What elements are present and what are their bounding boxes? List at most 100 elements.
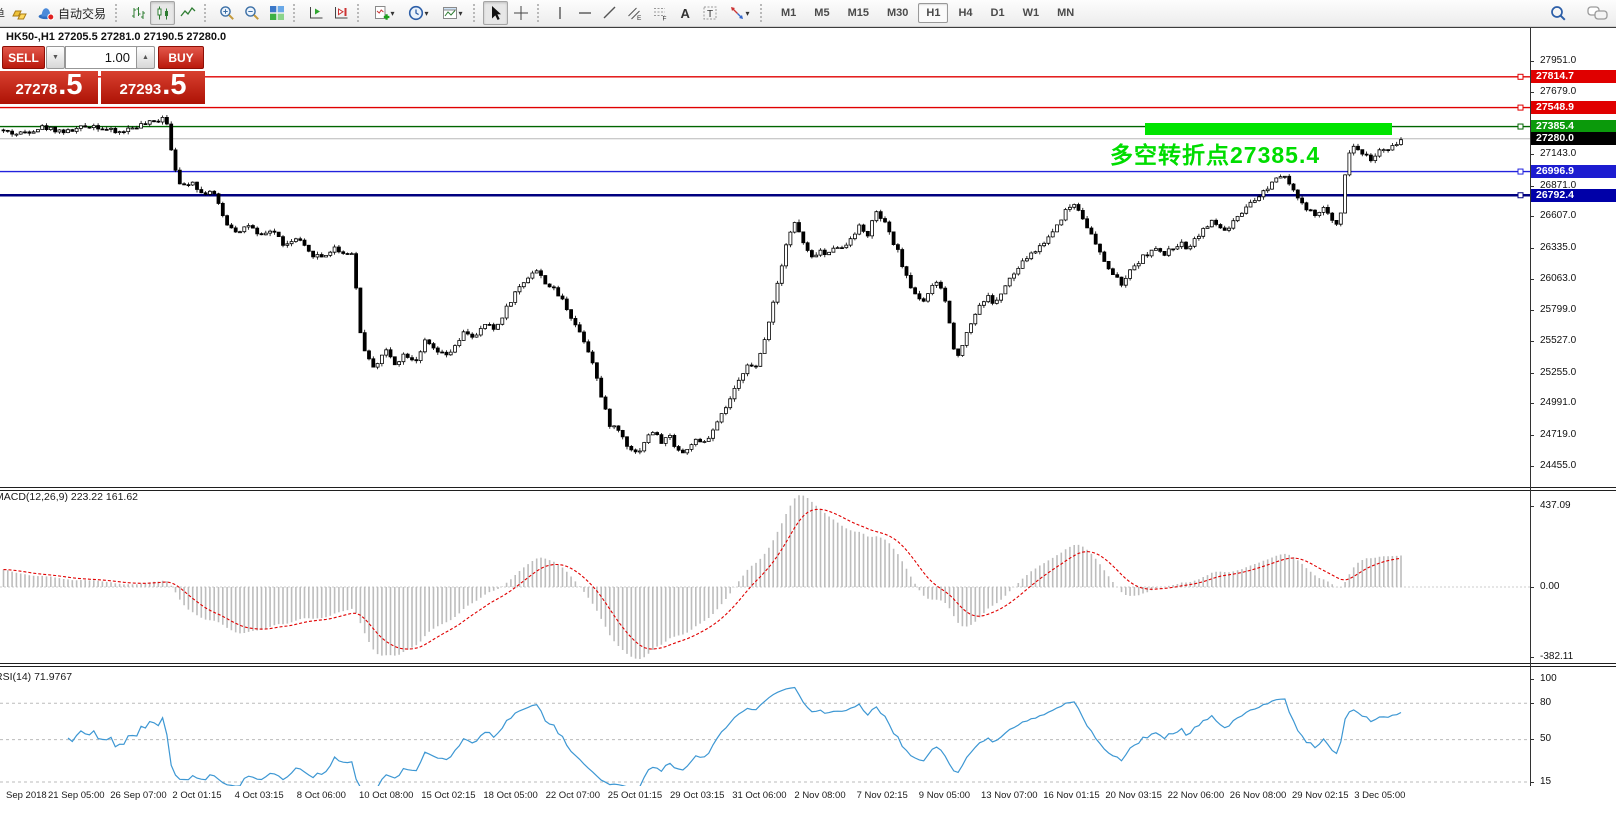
time-axis-label[interactable]: 29 Oct 03:15 <box>670 790 724 801</box>
time-axis-label[interactable]: 25 Oct 01:15 <box>608 790 662 801</box>
macd-label: MACD(12,26,9) 223.22 161.62 <box>0 491 138 503</box>
price-tick-label: 26607.0 <box>1540 210 1576 221</box>
templates-button[interactable]: ▾ <box>435 1 469 25</box>
buy-price-panel[interactable]: 27293.5 <box>101 71 205 104</box>
line-chart-icon[interactable] <box>175 1 200 25</box>
dropdown-arrow-icon: ▾ <box>459 9 463 18</box>
price-level-label[interactable]: 26996.9 <box>1531 165 1616 178</box>
zoom-in-icon[interactable] <box>214 1 239 25</box>
auto-scroll-icon[interactable] <box>303 1 328 25</box>
time-axis-label[interactable]: 15 Oct 02:15 <box>421 790 475 801</box>
pane-separator[interactable] <box>0 663 1616 667</box>
tile-windows-icon[interactable] <box>264 1 289 25</box>
new-order-icon[interactable] <box>8 1 33 25</box>
time-axis-label[interactable]: 20 Nov 03:15 <box>1105 790 1162 801</box>
arrows-tool-button[interactable]: ▾ <box>722 1 756 25</box>
fibonacci-icon[interactable]: F <box>647 1 672 25</box>
time-axis-label[interactable]: 2 Nov 08:00 <box>794 790 845 801</box>
pane-separator[interactable] <box>0 487 1616 491</box>
rsi-tick-label: 50 <box>1540 733 1551 744</box>
time-axis-label[interactable]: 13 Nov 07:00 <box>981 790 1038 801</box>
time-axis-label[interactable]: 7 Nov 02:15 <box>857 790 908 801</box>
rsi-tick-mark <box>1530 739 1534 740</box>
template-icon <box>442 5 458 21</box>
price-level-label[interactable]: 26792.4 <box>1531 189 1616 202</box>
sell-price-panel[interactable]: 27278.5 <box>0 71 98 104</box>
crosshair-icon[interactable] <box>508 1 533 25</box>
time-axis-label[interactable]: 29 Nov 02:15 <box>1292 790 1349 801</box>
buy-button[interactable]: BUY <box>158 46 204 69</box>
toolbar-grip <box>357 4 362 22</box>
price-tick-label: 27679.0 <box>1540 86 1576 97</box>
hat-icon <box>38 5 55 21</box>
price-tick-mark <box>1530 435 1534 436</box>
price-level-label[interactable]: 27280.0 <box>1531 132 1616 145</box>
bar-chart-icon[interactable] <box>125 1 150 25</box>
chat-icon[interactable] <box>1585 1 1610 25</box>
price-tick-mark <box>1530 154 1534 155</box>
rsi-tick-mark <box>1530 782 1534 783</box>
time-axis-label[interactable]: 18 Oct 05:00 <box>483 790 537 801</box>
periods-button[interactable]: ▾ <box>401 1 435 25</box>
timeframe-h1[interactable]: H1 <box>918 3 948 23</box>
toolbar-grip <box>537 4 542 22</box>
zoom-out-icon[interactable] <box>239 1 264 25</box>
time-axis-label[interactable]: 22 Oct 07:00 <box>546 790 600 801</box>
time-axis-label[interactable]: 21 Sep 05:00 <box>48 790 105 801</box>
sell-button[interactable]: SELL <box>2 46 45 69</box>
time-axis-label[interactable]: 4 Oct 03:15 <box>235 790 284 801</box>
search-icon[interactable] <box>1546 1 1571 25</box>
timeframe-m15[interactable]: M15 <box>840 3 877 23</box>
price-tick-label: 25255.0 <box>1540 367 1576 378</box>
text-icon[interactable]: A <box>672 1 697 25</box>
volume-input[interactable]: 1.00 <box>65 46 137 69</box>
time-axis-label[interactable]: 22 Nov 06:00 <box>1168 790 1225 801</box>
auto-trading-label: 自动交易 <box>58 5 106 22</box>
time-axis-label[interactable]: 26 Nov 08:00 <box>1230 790 1287 801</box>
vertical-line-icon[interactable] <box>547 1 572 25</box>
volume-increase-button[interactable]: ▲ <box>136 46 155 69</box>
time-axis-label[interactable]: 9 Nov 05:00 <box>919 790 970 801</box>
price-level-label[interactable]: 27385.4 <box>1531 120 1616 133</box>
timeframe-m5[interactable]: M5 <box>806 3 837 23</box>
auto-trading-button[interactable]: 自动交易 <box>33 1 111 25</box>
timeframe-d1[interactable]: D1 <box>983 3 1013 23</box>
chart-canvas[interactable] <box>0 0 1616 816</box>
trendline-icon[interactable] <box>597 1 622 25</box>
chart-title: HK50-,H1 27205.5 27281.0 27190.5 27280.0 <box>6 31 226 43</box>
timeframe-mn[interactable]: MN <box>1049 3 1082 23</box>
time-axis-label[interactable]: 16 Nov 01:15 <box>1043 790 1100 801</box>
toolbar-grip <box>204 4 209 22</box>
horizontal-line-icon[interactable] <box>572 1 597 25</box>
price-tick-mark <box>1530 466 1534 467</box>
timeframe-h4[interactable]: H4 <box>950 3 980 23</box>
equidistant-channel-icon[interactable]: E <box>622 1 647 25</box>
cursor-icon[interactable] <box>483 1 508 25</box>
volume-decrease-button[interactable]: ▼ <box>46 46 65 69</box>
time-axis-label[interactable]: 8 Oct 06:00 <box>297 790 346 801</box>
time-axis-label[interactable]: 2 Oct 01:15 <box>172 790 221 801</box>
timeframe-m1[interactable]: M1 <box>773 3 804 23</box>
time-axis-label[interactable]: 26 Sep 07:00 <box>110 790 167 801</box>
time-axis-label[interactable]: 31 Oct 06:00 <box>732 790 786 801</box>
price-tick-mark <box>1530 310 1534 311</box>
time-axis-label[interactable]: 10 Oct 08:00 <box>359 790 413 801</box>
chart-shift-icon[interactable] <box>328 1 353 25</box>
price-level-label[interactable]: 27548.9 <box>1531 101 1616 114</box>
time-axis-label[interactable]: 3 Dec 05:00 <box>1354 790 1405 801</box>
arrows-icon <box>729 5 745 21</box>
pivot-annotation[interactable]: 多空转折点27385.4 <box>1110 136 1320 170</box>
indicators-button[interactable]: ▾ <box>367 1 401 25</box>
timeframe-w1[interactable]: W1 <box>1015 3 1048 23</box>
svg-text:F: F <box>662 16 666 22</box>
candlestick-chart-icon[interactable] <box>150 1 175 25</box>
dropdown-arrow-icon: ▾ <box>391 9 395 18</box>
price-level-label[interactable]: 27814.7 <box>1531 70 1616 83</box>
time-axis-label[interactable]: Sep 2018 <box>6 790 47 801</box>
price-tick-label: 24455.0 <box>1540 460 1576 471</box>
text-label-icon[interactable]: T <box>697 1 722 25</box>
macd-tick-label: -382.11 <box>1540 651 1573 662</box>
timeframe-m30[interactable]: M30 <box>879 3 916 23</box>
clipped-order-icon[interactable]: 单 <box>0 2 8 24</box>
price-tick-label: 27143.0 <box>1540 148 1576 159</box>
